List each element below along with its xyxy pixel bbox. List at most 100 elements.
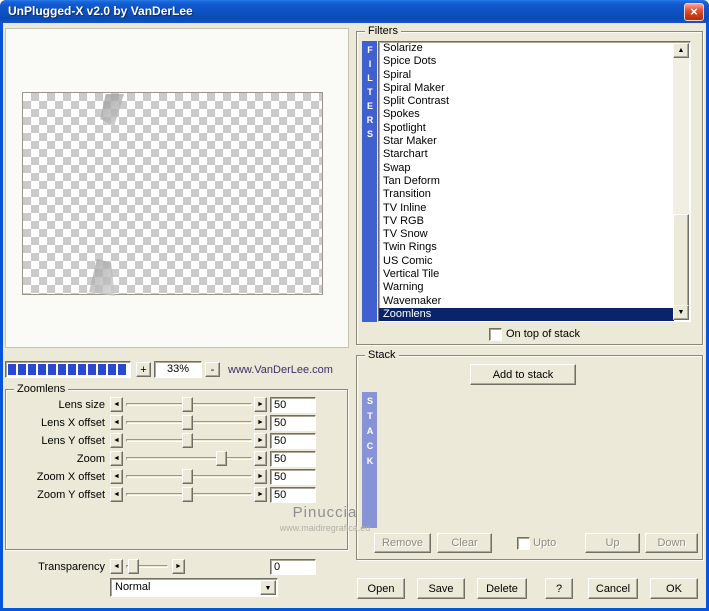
filter-list-item[interactable]: Starchart xyxy=(379,148,674,161)
scrollbar-thumb[interactable] xyxy=(673,214,689,309)
filter-list-scrollbar[interactable]: ▲ ▼ xyxy=(673,43,689,320)
arrow-right-icon: ► xyxy=(257,437,264,444)
clear-button[interactable]: Clear xyxy=(437,533,492,553)
arrow-left-icon: ◄ xyxy=(113,437,120,444)
slider-decrement-button[interactable]: ◄ xyxy=(110,487,123,502)
filter-list-item[interactable]: TV RGB xyxy=(379,215,674,228)
filter-list-item[interactable]: Spokes xyxy=(379,108,674,121)
slider-thumb[interactable] xyxy=(182,487,193,502)
preview-artifact xyxy=(89,259,115,296)
vendor-website-link[interactable]: www.VanDerLee.com xyxy=(228,364,333,376)
slider-increment-button[interactable]: ► xyxy=(254,415,267,430)
filter-list-item[interactable]: US Comic xyxy=(379,255,674,268)
filter-list-item[interactable]: Spice Dots xyxy=(379,55,674,68)
slider-track[interactable] xyxy=(126,433,252,448)
scroll-up-icon[interactable]: ▲ xyxy=(673,43,689,58)
transparency-value-input[interactable] xyxy=(270,559,316,575)
slider-decrement-button[interactable]: ◄ xyxy=(110,397,123,412)
help-button[interactable]: ? xyxy=(545,578,573,599)
slider-value-input[interactable] xyxy=(270,397,316,413)
slider-row-lens-x-offset: Lens X offset ◄ ► xyxy=(0,415,349,431)
filter-list-item-selected[interactable]: Zoomlens xyxy=(379,307,674,321)
blend-mode-select[interactable]: Normal ▼ xyxy=(110,578,278,597)
filter-list-item[interactable]: Spiral Maker xyxy=(379,82,674,95)
slider-value-input[interactable] xyxy=(270,433,316,449)
slider-thumb[interactable] xyxy=(182,433,193,448)
zoomlens-group-title: Zoomlens xyxy=(14,382,69,396)
up-button[interactable]: Up xyxy=(585,533,640,553)
filter-list-item[interactable]: Spiral xyxy=(379,69,674,82)
slider-increment-button[interactable]: ► xyxy=(254,451,267,466)
slider-row-lens-y-offset: Lens Y offset ◄ ► xyxy=(0,433,349,449)
slider-decrement-button[interactable]: ◄ xyxy=(110,469,123,484)
ok-button[interactable]: OK xyxy=(650,578,698,599)
progress-fill xyxy=(8,364,128,375)
slider-increment-button[interactable]: ► xyxy=(172,559,185,574)
on-top-of-stack-label: On top of stack xyxy=(506,328,580,340)
open-button[interactable]: Open xyxy=(357,578,405,599)
slider-thumb[interactable] xyxy=(182,469,193,484)
slider-track[interactable] xyxy=(126,487,252,502)
save-button[interactable]: Save xyxy=(417,578,465,599)
slider-thumb[interactable] xyxy=(128,559,139,574)
down-button[interactable]: Down xyxy=(645,533,698,553)
filter-list-item[interactable]: Vertical Tile xyxy=(379,268,674,281)
slider-label: Lens Y offset xyxy=(41,435,105,447)
filter-list-item[interactable]: Twin Rings xyxy=(379,241,674,254)
arrow-left-icon: ◄ xyxy=(113,455,120,462)
filter-list-item[interactable]: Tan Deform xyxy=(379,175,674,188)
slider-value-input[interactable] xyxy=(270,487,316,503)
close-icon[interactable]: × xyxy=(684,3,704,21)
delete-button[interactable]: Delete xyxy=(477,578,527,599)
chevron-down-icon[interactable]: ▼ xyxy=(260,580,276,595)
slider-increment-button[interactable]: ► xyxy=(254,397,267,412)
filter-list-item[interactable]: TV Inline xyxy=(379,202,674,215)
zoom-in-button[interactable]: + xyxy=(136,362,151,377)
filter-list-item[interactable]: Wavemaker xyxy=(379,295,674,308)
slider-label: Lens size xyxy=(58,399,105,411)
slider-thumb[interactable] xyxy=(182,397,193,412)
arrow-left-icon: ◄ xyxy=(113,563,120,570)
window-title: UnPlugged-X v2.0 by VanDerLee xyxy=(8,4,193,18)
slider-value-input[interactable] xyxy=(270,451,316,467)
stack-group: Stack xyxy=(356,348,703,560)
slider-track[interactable] xyxy=(126,559,168,574)
slider-increment-button[interactable]: ► xyxy=(254,487,267,502)
filter-list-item[interactable]: Swap xyxy=(379,162,674,175)
remove-button[interactable]: Remove xyxy=(374,533,431,553)
slider-track[interactable] xyxy=(126,397,252,412)
slider-thumb[interactable] xyxy=(216,451,227,466)
slider-decrement-button[interactable]: ◄ xyxy=(110,415,123,430)
scroll-down-icon[interactable]: ▼ xyxy=(673,305,689,320)
filter-list: Solarize Spice Dots Spiral Spiral Maker … xyxy=(378,41,691,322)
slider-track[interactable] xyxy=(126,451,252,466)
upto-checkbox[interactable] xyxy=(517,537,530,550)
title-bar[interactable]: UnPlugged-X v2.0 by VanDerLee × xyxy=(0,0,709,23)
filter-list-item[interactable]: Warning xyxy=(379,281,674,294)
preview-canvas[interactable] xyxy=(22,92,323,296)
filters-vertical-banner: FILTERS xyxy=(362,41,377,322)
slider-track[interactable] xyxy=(126,469,252,484)
cancel-button[interactable]: Cancel xyxy=(588,578,638,599)
slider-track[interactable] xyxy=(126,415,252,430)
add-to-stack-button[interactable]: Add to stack xyxy=(470,364,576,385)
zoom-out-button[interactable]: - xyxy=(205,362,220,377)
slider-decrement-button[interactable]: ◄ xyxy=(110,451,123,466)
filter-list-item[interactable]: Star Maker xyxy=(379,135,674,148)
arrow-right-icon: ► xyxy=(257,473,264,480)
slider-decrement-button[interactable]: ◄ xyxy=(110,433,123,448)
on-top-of-stack-checkbox[interactable] xyxy=(489,328,502,341)
filter-list-item[interactable]: Transition xyxy=(379,188,674,201)
slider-increment-button[interactable]: ► xyxy=(254,433,267,448)
filter-list-item[interactable]: Split Contrast xyxy=(379,95,674,108)
slider-decrement-button[interactable]: ◄ xyxy=(110,559,123,574)
filter-list-item[interactable]: TV Snow xyxy=(379,228,674,241)
slider-value-input[interactable] xyxy=(270,415,316,431)
stack-vertical-banner: STACK xyxy=(362,392,377,528)
slider-thumb[interactable] xyxy=(182,415,193,430)
slider-value-input[interactable] xyxy=(270,469,316,485)
filter-list-item[interactable]: Solarize xyxy=(379,42,674,55)
slider-increment-button[interactable]: ► xyxy=(254,469,267,484)
slider-row-zoom-y-offset: Zoom Y offset ◄ ► xyxy=(0,487,349,503)
filter-list-item[interactable]: Spotlight xyxy=(379,122,674,135)
